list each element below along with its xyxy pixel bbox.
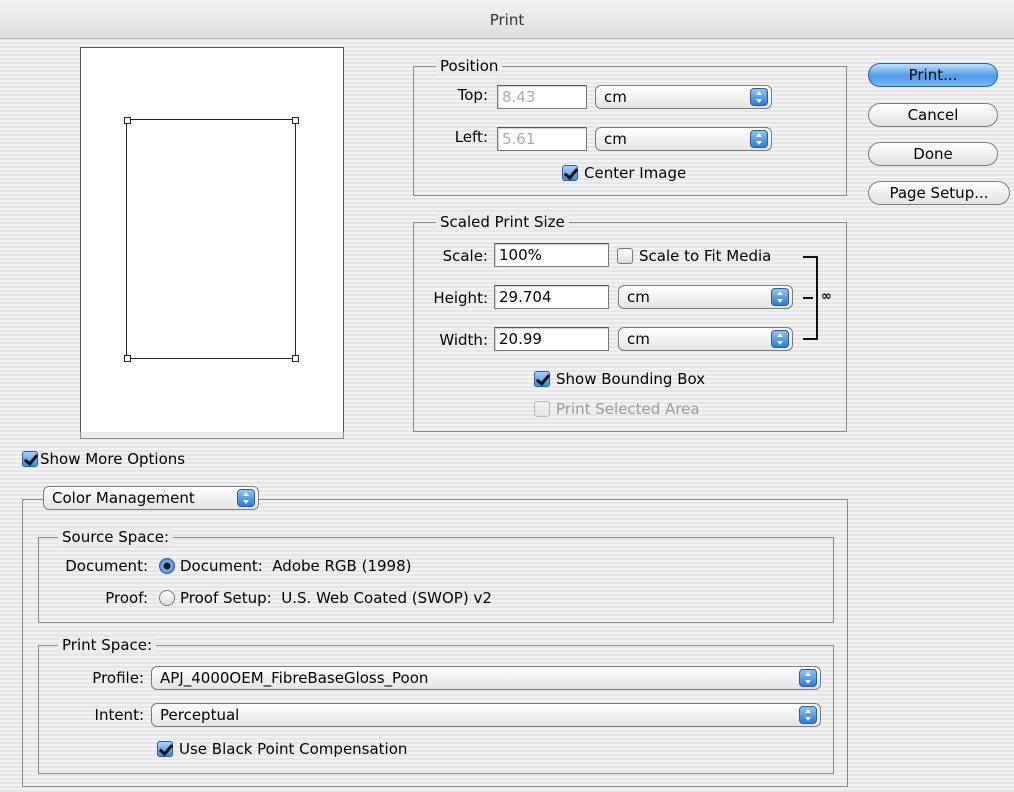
chevron-updown-icon [799,706,817,724]
proportion-bracket-top [803,256,817,258]
scale-to-fit-label: Scale to Fit Media [639,247,772,265]
print-button[interactable]: Print... [868,63,998,87]
left-input[interactable]: 5.61 [497,127,587,151]
bbox-handle-top-right[interactable] [292,117,299,124]
scale-label: Scale: [442,247,488,265]
center-image-checkbox[interactable] [562,165,578,181]
height-label: Height: [433,289,488,307]
source-space-legend: Source Space: [58,528,174,546]
proof-option-label: Proof Setup: U.S. Web Coated (SWOP) v2 [180,589,492,607]
top-unit-select[interactable]: cm [595,85,772,109]
height-input[interactable]: 29.704 [494,285,609,309]
show-bounding-box-label: Show Bounding Box [556,370,706,388]
print-space-legend: Print Space: [58,636,157,654]
scaled-legend: Scaled Print Size [436,213,569,231]
proof-radio[interactable] [159,590,175,606]
bbox-handle-bottom-right[interactable] [292,355,299,362]
chevron-updown-icon [750,88,768,106]
document-radio[interactable] [159,558,175,574]
print-selected-area-label: Print Selected Area [556,400,700,418]
show-more-options-checkbox[interactable] [22,451,38,467]
show-bounding-box-checkbox[interactable] [534,371,550,387]
chevron-updown-icon [750,130,768,148]
profile-select[interactable]: APJ_4000OEM_FibreBaseGloss_Poon [151,666,821,690]
top-label: Top: [457,86,488,104]
bounding-box[interactable] [126,119,296,359]
bbox-handle-bottom-left[interactable] [124,355,131,362]
black-point-compensation-label: Use Black Point Compensation [179,740,408,758]
page-setup-button[interactable]: Page Setup... [868,181,1010,205]
intent-label: Intent: [94,706,144,724]
chain-link-icon: ∞ [821,289,832,304]
preview-tab [80,432,344,439]
bbox-handle-top-left[interactable] [124,117,131,124]
left-unit-select[interactable]: cm [595,127,772,151]
height-unit-select[interactable]: cm [618,285,793,309]
chevron-updown-icon [799,669,817,687]
center-image-label: Center Image [584,164,687,182]
scale-to-fit-checkbox[interactable] [617,248,633,264]
color-management-value: Color Management [52,489,195,507]
width-label: Width: [439,331,488,349]
top-unit-value: cm [604,88,627,106]
color-management-select[interactable]: Color Management [43,486,259,510]
left-label: Left: [454,128,488,146]
position-legend: Position [436,57,503,75]
width-unit-value: cm [627,330,650,348]
scale-input[interactable]: 100% [494,243,609,267]
intent-value: Perceptual [160,706,240,724]
chevron-updown-icon [771,288,789,306]
black-point-compensation-checkbox[interactable] [157,741,173,757]
window-title-bar[interactable]: Print [0,0,1014,39]
left-unit-value: cm [604,130,627,148]
intent-select[interactable]: Perceptual [151,703,821,727]
width-input[interactable]: 20.99 [494,327,609,351]
profile-label: Profile: [92,669,144,687]
proof-label: Proof: [105,589,148,607]
proportion-bracket-bottom [803,338,817,340]
done-button[interactable]: Done [868,142,998,166]
document-option-label: Document: Adobe RGB (1998) [180,557,412,575]
chevron-updown-icon [237,489,255,507]
width-unit-select[interactable]: cm [618,327,793,351]
document-label: Document: [65,557,148,575]
window-title: Print [489,11,525,29]
proportion-bracket-middle [803,297,813,299]
show-more-options-label: Show More Options [40,450,186,468]
source-space-group [38,537,834,623]
cancel-button[interactable]: Cancel [868,103,998,127]
height-unit-value: cm [627,288,650,306]
chevron-updown-icon [771,330,789,348]
profile-value: APJ_4000OEM_FibreBaseGloss_Poon [160,669,429,687]
top-input[interactable]: 8.43 [497,85,587,109]
proportion-bracket-vertical [816,256,818,340]
print-selected-area-checkbox[interactable] [534,401,550,417]
